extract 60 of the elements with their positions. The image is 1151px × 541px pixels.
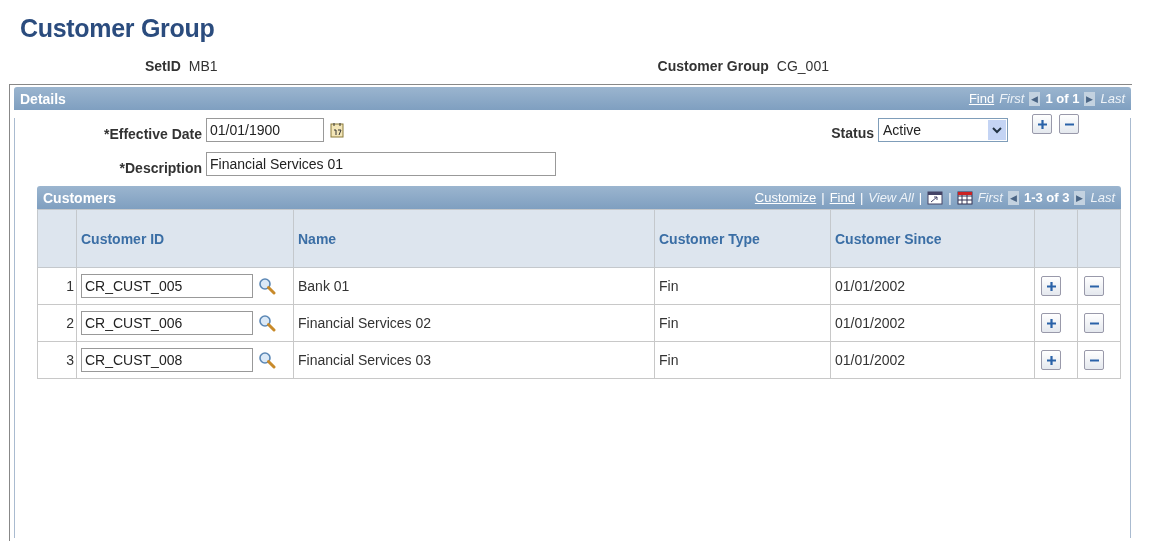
new-window-icon[interactable] xyxy=(927,190,944,205)
table-cell: Financial Services 03 xyxy=(293,341,655,379)
description-field[interactable]: Financial Services 01 xyxy=(206,152,556,176)
field-label: Status xyxy=(830,125,874,141)
row-number: 3 xyxy=(37,341,77,379)
field-label: SetID xyxy=(145,58,181,74)
add-row-button[interactable] xyxy=(1041,313,1061,333)
calendar-icon[interactable] xyxy=(330,122,344,138)
plus-icon xyxy=(1045,280,1057,292)
column-header: Customer ID xyxy=(76,209,294,268)
plus-icon xyxy=(1045,354,1057,366)
table-cell: 01/01/2002 xyxy=(830,304,1035,342)
separator: | xyxy=(948,190,952,205)
add-row-button[interactable] xyxy=(1041,350,1061,370)
search-icon[interactable] xyxy=(258,351,276,369)
spreadsheet-icon[interactable] xyxy=(956,190,973,205)
table-cell: 01/01/2002 xyxy=(830,267,1035,305)
field-value: MB1 xyxy=(188,58,218,74)
field-label: Customer Group xyxy=(657,58,769,74)
nav-link[interactable]: Customize xyxy=(754,190,817,205)
row-number: 2 xyxy=(37,304,77,342)
field-value: CG_001 xyxy=(776,58,829,74)
column-header: Customer Since xyxy=(830,209,1035,268)
delete-row-button[interactable] xyxy=(1084,350,1104,370)
table-cell: Financial Services 02 xyxy=(293,304,655,342)
status-dropdown[interactable]: Active xyxy=(878,118,1008,142)
column-header: Customer Type xyxy=(654,209,831,268)
customer-id-field[interactable]: CR_CUST_008 xyxy=(81,348,253,372)
separator: | xyxy=(859,190,864,205)
separator: | xyxy=(918,190,923,205)
delete-row-button[interactable] xyxy=(1059,114,1079,134)
delete-row-button[interactable] xyxy=(1084,276,1104,296)
nav-link[interactable]: Find xyxy=(829,190,855,205)
page-count: 1-3 of 3 xyxy=(1023,190,1070,205)
customer-id-field[interactable]: CR_CUST_005 xyxy=(81,274,253,298)
row-number: 1 xyxy=(37,267,77,305)
search-icon[interactable] xyxy=(258,277,276,295)
section-title: Details xyxy=(20,90,67,107)
field-label: *Description xyxy=(118,160,202,176)
field-label: *Effective Date xyxy=(102,126,202,142)
customer-id-field[interactable]: CR_CUST_006 xyxy=(81,311,253,335)
table-cell: 01/01/2002 xyxy=(830,341,1035,379)
table-cell: Fin xyxy=(654,304,831,342)
search-icon[interactable] xyxy=(258,314,276,332)
separator: | xyxy=(821,190,825,205)
table-cell: Fin xyxy=(654,267,831,305)
page-title: Customer Group xyxy=(20,14,216,44)
chevron-down-icon xyxy=(992,126,1002,134)
plus-icon xyxy=(1036,118,1048,130)
section-title: Customers xyxy=(43,189,118,206)
column-header: Name xyxy=(293,209,655,268)
date-field[interactable]: 01/01/1900 xyxy=(206,118,324,142)
table-cell: Fin xyxy=(654,341,831,379)
nav-link[interactable]: Find xyxy=(968,91,995,106)
add-row-button[interactable] xyxy=(1041,276,1061,296)
delete-row-button[interactable] xyxy=(1084,313,1104,333)
page-count: 1 of 1 xyxy=(1045,91,1080,106)
add-row-button[interactable] xyxy=(1032,114,1052,134)
plus-icon xyxy=(1045,317,1057,329)
table-cell: Bank 01 xyxy=(293,267,655,305)
